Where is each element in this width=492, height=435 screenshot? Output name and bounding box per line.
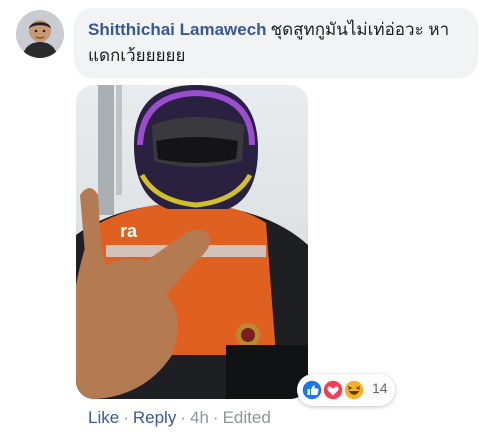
reactions-summary[interactable]: 14 — [297, 374, 395, 406]
love-icon — [322, 379, 344, 401]
vest-text: ra — [120, 221, 138, 241]
comment-actions: Like · Reply · 4h · Edited — [88, 406, 271, 430]
separator-dot: · — [123, 408, 129, 427]
separator-dot: · — [180, 408, 186, 427]
like-icon — [301, 379, 323, 401]
photo-image: ra — [76, 85, 308, 399]
comment-author-link[interactable]: Shitthichai Lamawech — [88, 20, 267, 39]
comment-bubble: Shitthichai Lamawech ชุดสูทกูมันไม่เท่อ่อ… — [74, 8, 478, 78]
timestamp-link[interactable]: 4h — [190, 408, 209, 427]
edited-label[interactable]: Edited — [223, 408, 271, 427]
avatar[interactable] — [16, 10, 64, 58]
haha-icon — [343, 379, 365, 401]
like-link[interactable]: Like — [88, 408, 119, 427]
reaction-icons — [301, 379, 365, 401]
reply-link[interactable]: Reply — [133, 408, 176, 427]
avatar-image — [16, 10, 64, 58]
comment-photo[interactable]: ra — [76, 85, 308, 399]
reaction-count: 14 — [372, 380, 388, 396]
separator-dot: · — [212, 408, 219, 427]
